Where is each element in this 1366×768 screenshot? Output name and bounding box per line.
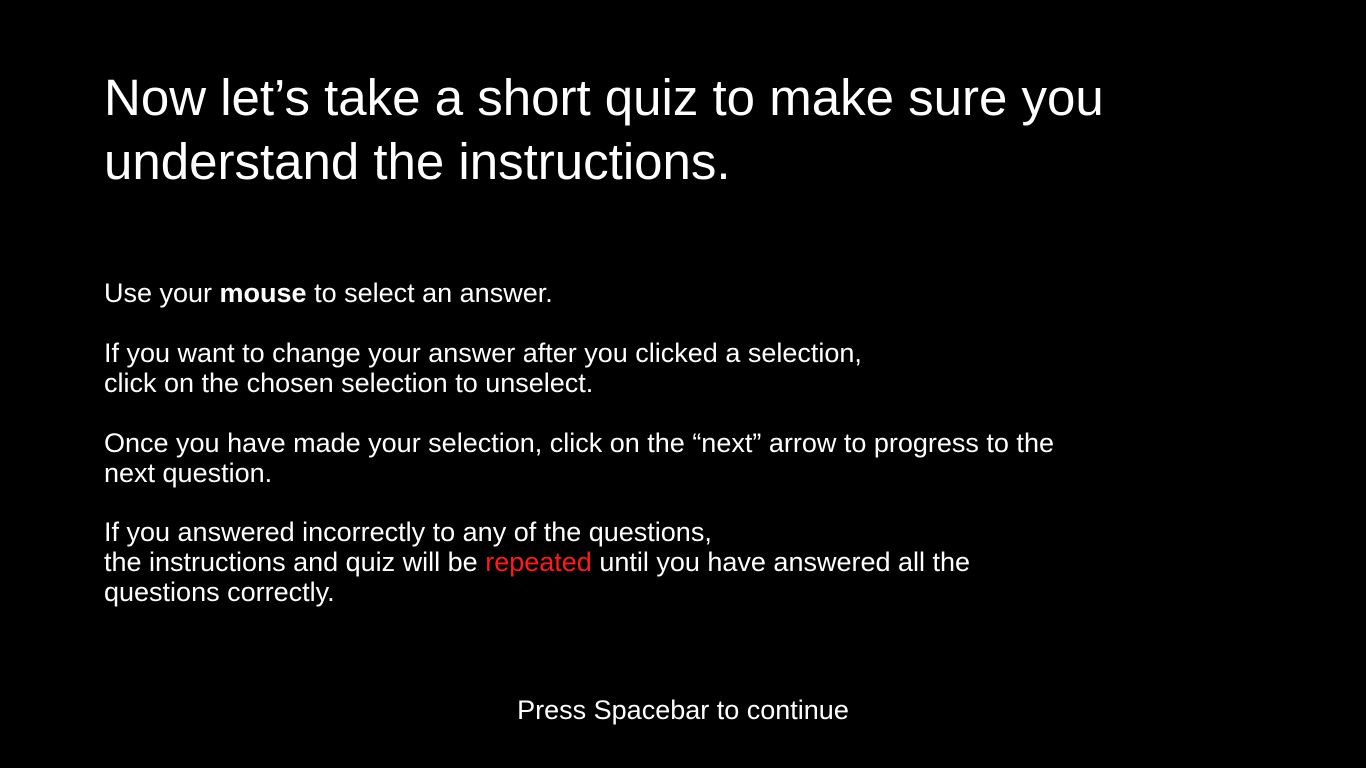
instruction-mouse-keyword: mouse xyxy=(219,278,307,308)
title-line-1: Now let’s take a short quiz to make sure… xyxy=(104,69,1104,126)
instruction-slide: Now let’s take a short quiz to make sure… xyxy=(0,0,1366,768)
instruction-repeat-line-2-pre: the instructions and quiz will be xyxy=(104,547,486,577)
instruction-next-line-2: next question. xyxy=(104,458,273,488)
instruction-next-line-1: Once you have made your selection, click… xyxy=(104,428,1054,458)
instruction-unselect-line-1: If you want to change your answer after … xyxy=(104,338,862,368)
instruction-unselect-line-2: click on the chosen selection to unselec… xyxy=(104,368,594,398)
instruction-repeat-line-1: If you answered incorrectly to any of th… xyxy=(104,517,712,547)
instruction-mouse-post: to select an answer. xyxy=(306,278,553,308)
instruction-repeat: If you answered incorrectly to any of th… xyxy=(104,517,1304,607)
page-title: Now let’s take a short quiz to make sure… xyxy=(104,66,1304,194)
title-line-2: understand the instructions. xyxy=(104,133,731,190)
instruction-unselect: If you want to change your answer after … xyxy=(104,338,1304,398)
instruction-mouse: Use your mouse to select an answer. xyxy=(104,278,1304,308)
instruction-repeat-line-2-post: until you have answered all the xyxy=(591,547,971,577)
instruction-mouse-pre: Use your xyxy=(104,278,220,308)
instruction-repeat-line-2: the instructions and quiz will be repeat… xyxy=(104,547,1304,577)
continue-prompt: Press Spacebar to continue xyxy=(517,695,849,725)
repeated-highlight: repeated xyxy=(485,547,592,577)
instruction-next-arrow: Once you have made your selection, click… xyxy=(104,428,1304,488)
instruction-repeat-line-3: questions correctly. xyxy=(104,577,335,607)
